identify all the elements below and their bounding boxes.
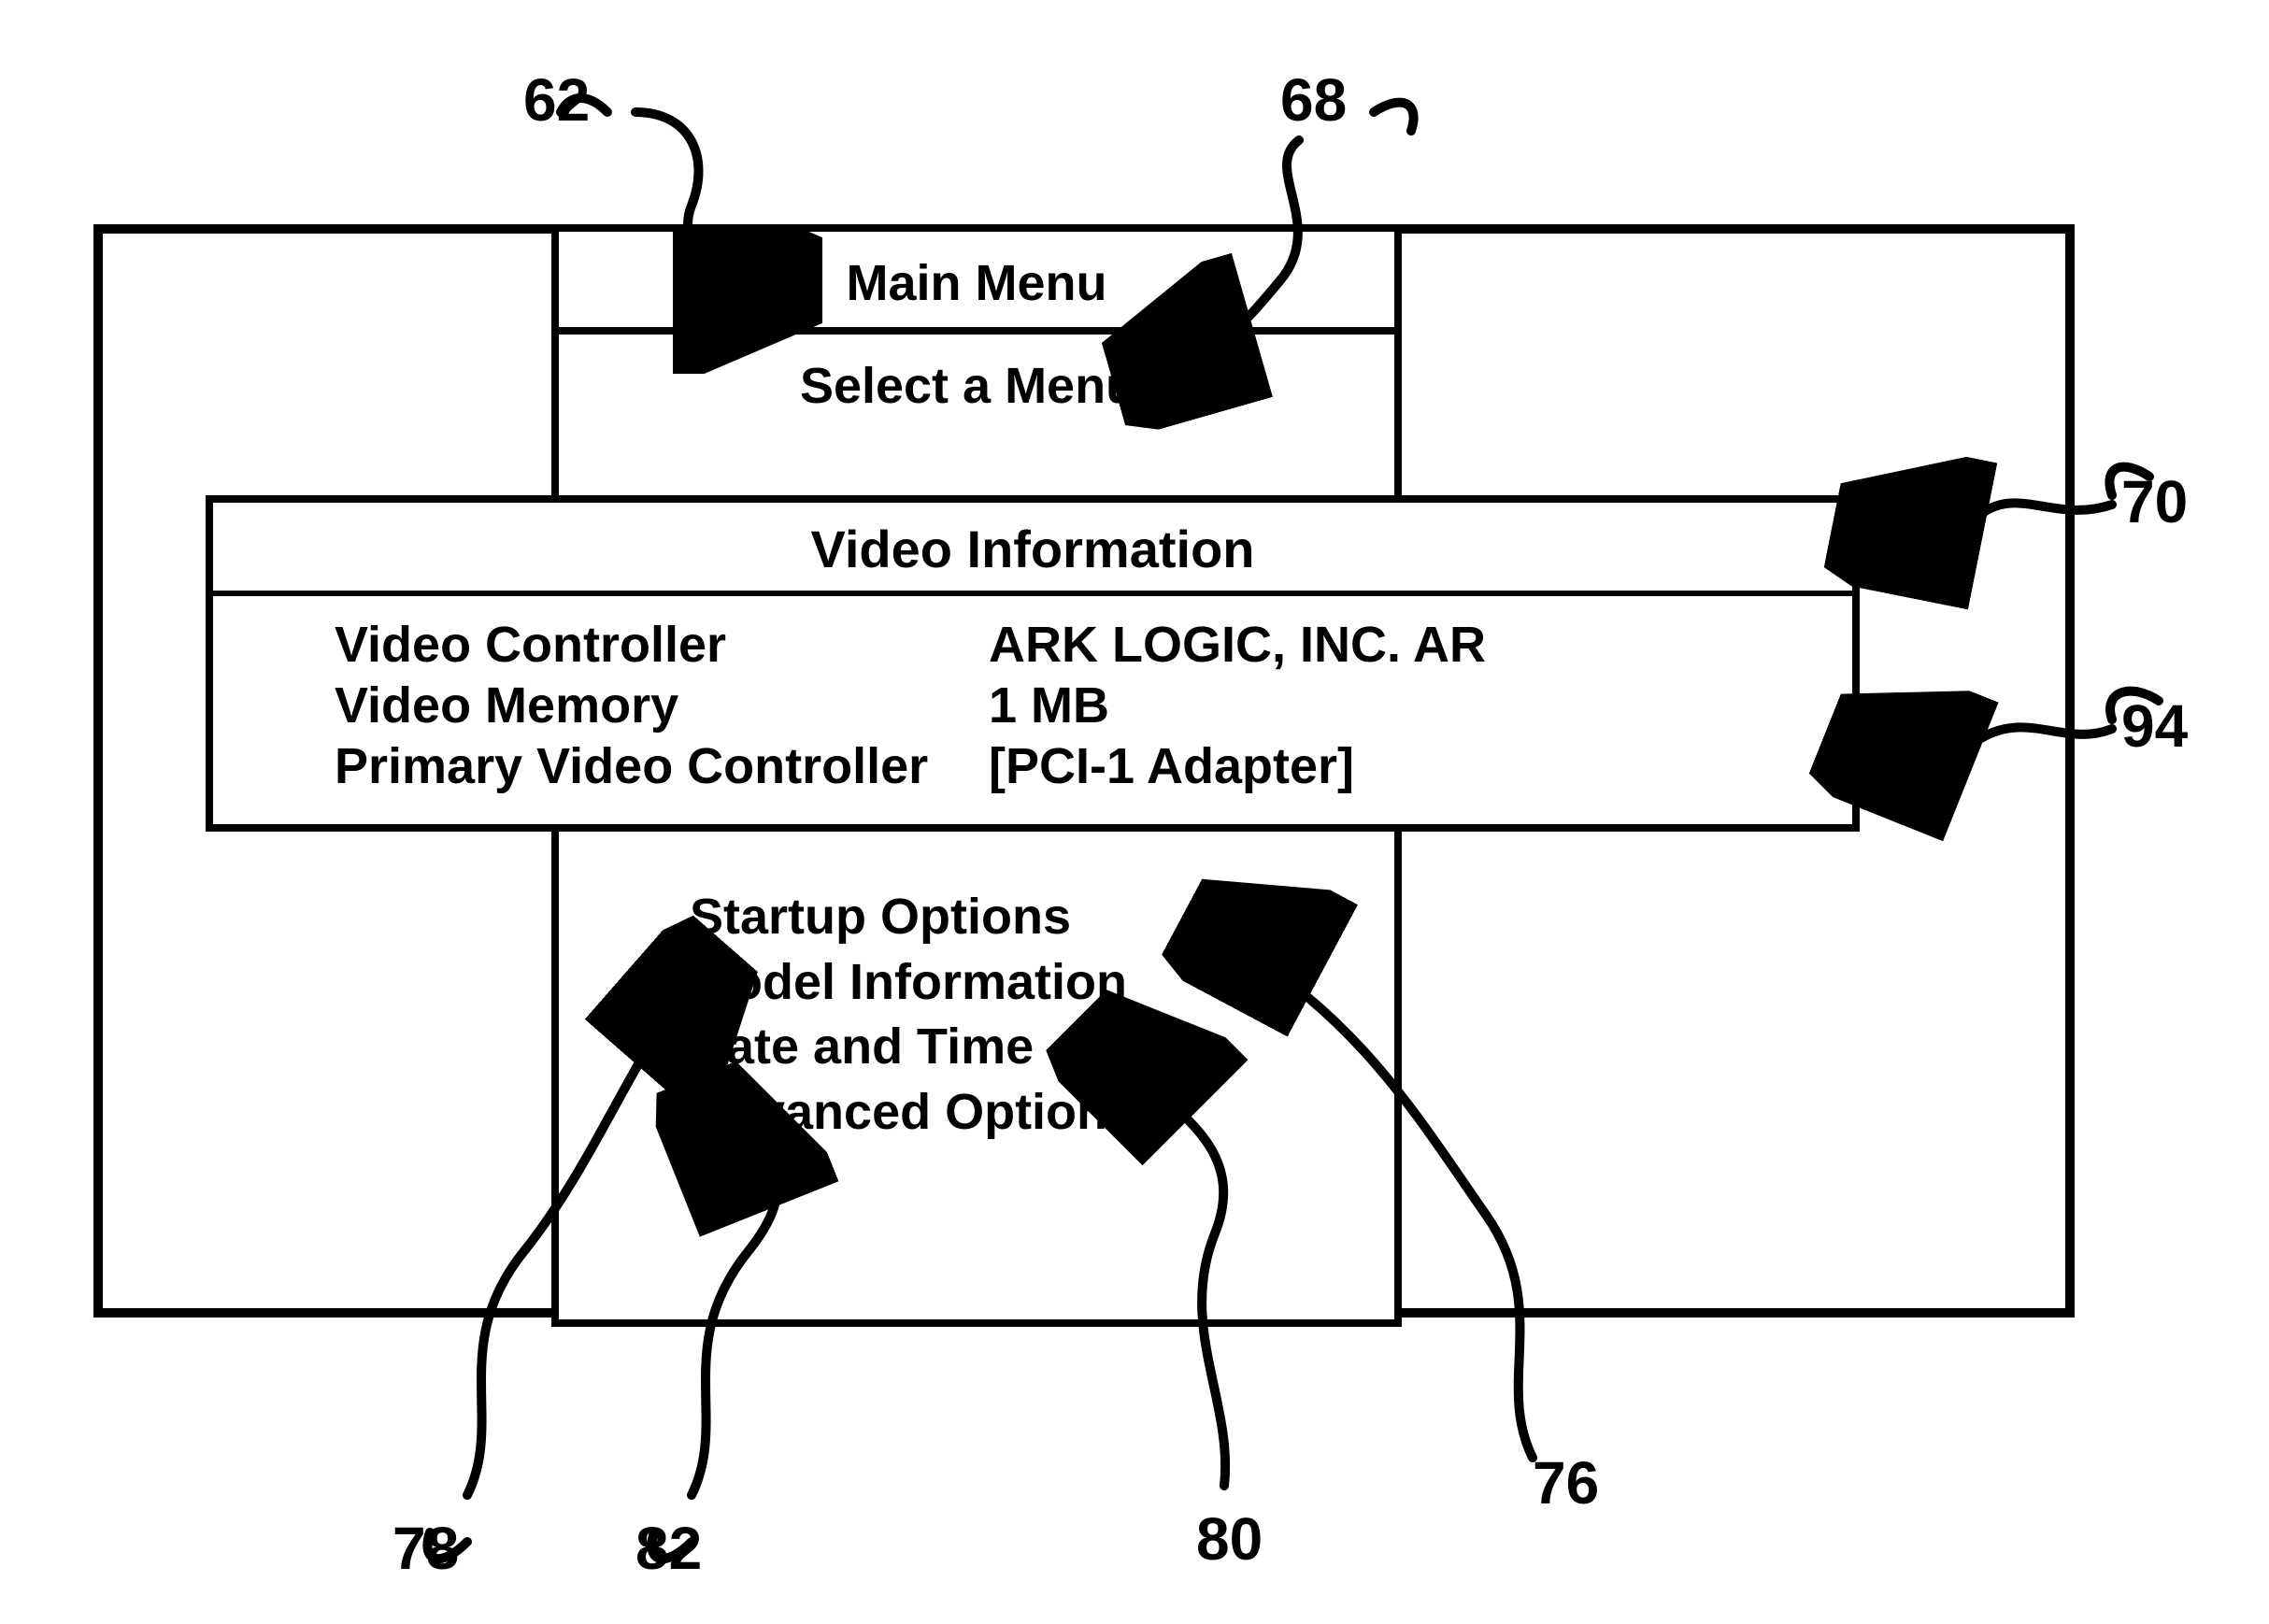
callout-arrows [0,0,2269,1624]
